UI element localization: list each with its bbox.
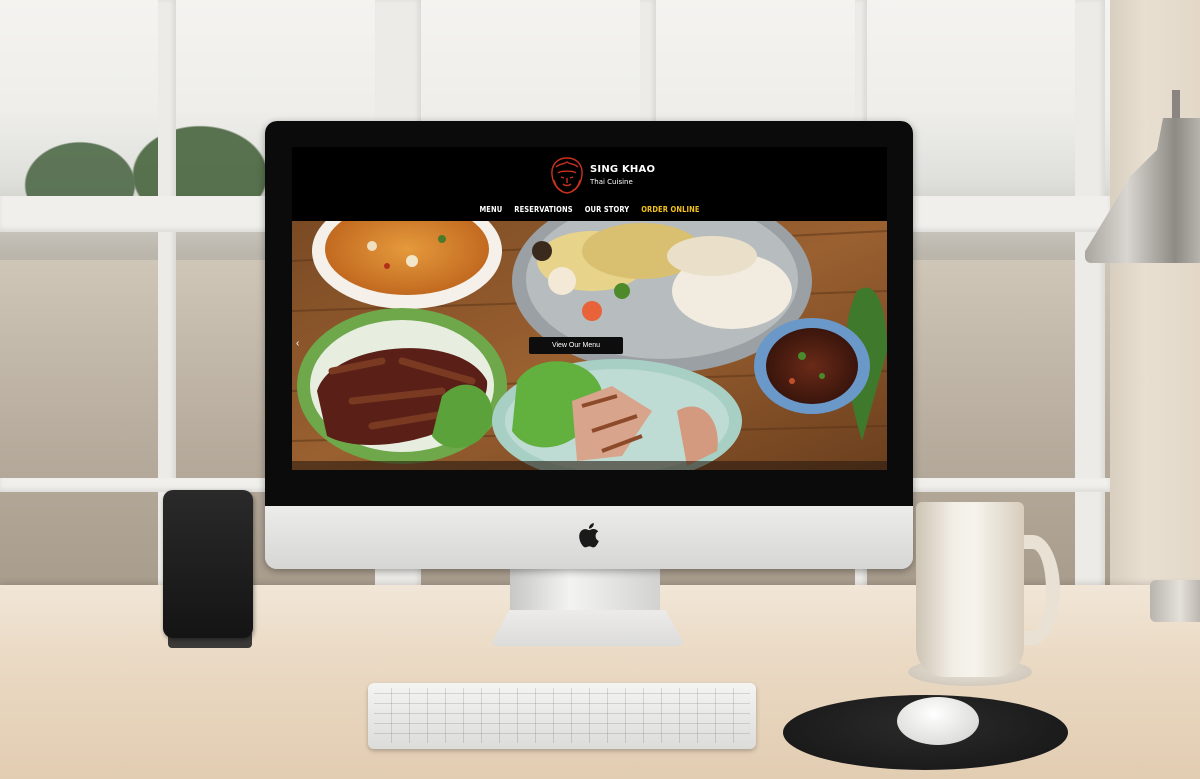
lamp-base [1150,580,1200,622]
nav-order-online[interactable]: ORDER ONLINE [641,205,699,214]
nav-reservations[interactable]: RESERVATIONS [514,205,572,214]
brand-name[interactable]: SING KHAO [590,164,655,175]
smartphone [163,490,253,638]
keyboard [368,683,756,749]
brand-tagline: Thai Cuisine [590,178,633,186]
slider-prev-arrow[interactable]: ‹ [296,339,299,349]
nav-our-story[interactable]: OUR STORY [585,205,630,214]
lion-head-icon[interactable] [548,155,586,195]
apple-logo-icon [579,523,599,548]
wall [1110,0,1200,610]
keyboard-keys [374,688,750,743]
nav-menu[interactable]: MENU [479,205,502,214]
coffee-mug [916,502,1024,677]
hero-slider: ‹ View Our Menu [292,221,887,470]
view-menu-button[interactable]: View Our Menu [529,337,623,354]
mouse [897,697,979,745]
desk-scene: SING KHAO Thai Cuisine MENU RESERVATIONS… [0,0,1200,779]
main-nav: MENU RESERVATIONS OUR STORY ORDER ONLINE [292,205,887,214]
window-frame [1075,0,1105,600]
imac-monitor: SING KHAO Thai Cuisine MENU RESERVATIONS… [265,121,913,569]
site-header: SING KHAO Thai Cuisine MENU RESERVATIONS… [292,147,887,221]
screen: SING KHAO Thai Cuisine MENU RESERVATIONS… [292,147,887,470]
monitor-stand-foot [490,610,685,646]
